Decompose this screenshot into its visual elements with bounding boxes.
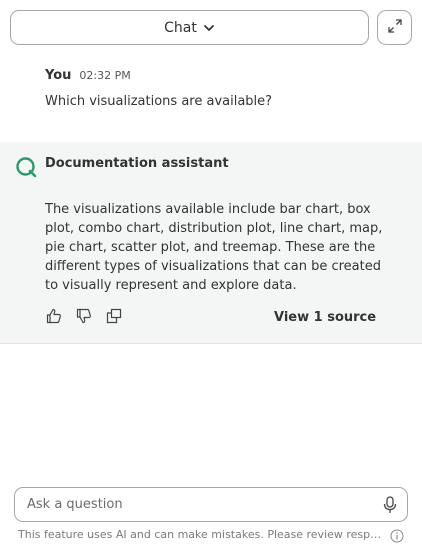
view-source-button[interactable]: View 1 source <box>274 310 376 325</box>
chevron-down-icon <box>203 22 215 34</box>
mode-dropdown[interactable]: Chat <box>10 10 369 45</box>
mode-label: Chat <box>164 19 197 36</box>
ai-disclaimer: This feature uses AI and can make mistak… <box>18 528 384 541</box>
message-timestamp: 02:32 PM <box>79 69 131 82</box>
user-name: You <box>45 68 72 83</box>
info-icon[interactable] <box>390 528 404 543</box>
user-message-text: Which visualizations are available? <box>45 94 273 109</box>
assistant-message: Documentation assistant The visualizatio… <box>0 142 422 344</box>
user-message: You 02:32 PM Which visualizations are av… <box>0 60 422 142</box>
question-input[interactable] <box>27 488 367 521</box>
question-input-box <box>14 487 408 522</box>
chat-panel: Chat You 02:32 PM Which visualizations a… <box>0 0 422 549</box>
expand-icon <box>387 18 403 38</box>
microphone-icon[interactable] <box>381 496 399 514</box>
assistant-logo-icon <box>15 156 37 178</box>
assistant-name: Documentation assistant <box>45 156 229 171</box>
thumbs-up-icon[interactable] <box>45 307 63 325</box>
thumbs-down-icon[interactable] <box>75 307 93 325</box>
message-actions <box>45 307 123 325</box>
assistant-message-text: The visualizations available include bar… <box>45 202 383 293</box>
copy-icon[interactable] <box>105 307 123 325</box>
user-message-header: You 02:32 PM <box>45 68 131 83</box>
chat-header: Chat <box>0 0 422 56</box>
expand-button[interactable] <box>377 10 412 45</box>
